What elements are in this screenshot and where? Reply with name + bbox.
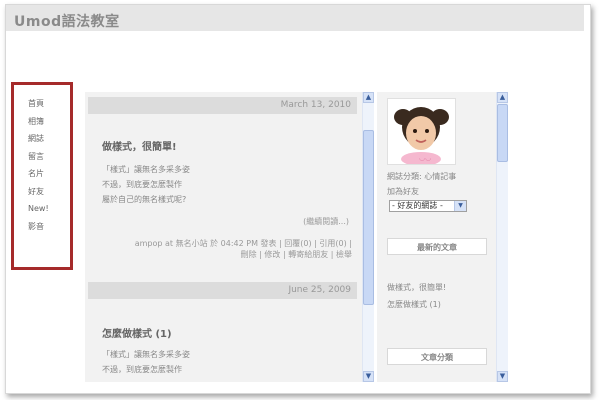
sidebar-scrollbar[interactable]: ▲ ▼ — [496, 92, 508, 382]
post-text-line: 「樣式」讓無名多采多姿 — [102, 350, 190, 359]
main-frame: March 13, 2010 做樣式，很簡單! 「樣式」讓無名多采多姿 不過，到… — [85, 92, 374, 382]
nav-item-album[interactable]: 相簿 — [28, 113, 70, 131]
latest-post-link[interactable]: 做樣式，很簡單! — [387, 282, 446, 293]
post-date-bar: March 13, 2010 — [88, 97, 357, 114]
read-more-link[interactable]: (繼續閱讀...) — [303, 216, 349, 227]
scroll-thumb[interactable] — [363, 130, 374, 305]
nav-item-profile-card[interactable]: 名片 — [28, 165, 70, 183]
friend-blog-select-value: - 好友的網誌 - — [392, 201, 443, 210]
blog-category-label[interactable]: 網誌分類: 心情記事 — [387, 171, 456, 182]
post-actions-line[interactable]: 刪除 | 修改 | 轉寄給朋友 | 檢舉 — [107, 249, 352, 260]
friend-blog-select[interactable]: - 好友的網誌 - ▼ — [389, 200, 467, 212]
child-photo-icon: ◡◡ — [388, 99, 455, 164]
latest-post-link[interactable]: 怎麼做樣式 (1) — [387, 299, 441, 310]
avatar[interactable]: ◡◡ — [387, 98, 456, 165]
post-date: March 13, 2010 — [280, 100, 351, 110]
post-title[interactable]: 怎麼做樣式 (1) — [102, 325, 172, 340]
scroll-down-icon[interactable]: ▼ — [497, 371, 508, 382]
site-title[interactable]: Umod語法教室 — [14, 11, 120, 31]
svg-text:◡◡: ◡◡ — [419, 154, 431, 162]
post-text-line: 「樣式」讓無名多采多姿 — [102, 165, 190, 174]
nav-item-home[interactable]: 首頁 — [28, 95, 70, 113]
latest-posts-header: 最新的文章 — [387, 238, 487, 255]
categories-header: 文章分類 — [387, 348, 487, 365]
nav-item-blog[interactable]: 網誌 — [28, 130, 70, 148]
sidebar-frame: ◡◡ 網誌分類: 心情記事 加為好友 - 好友的網誌 - ▼ 最新的文章 做樣式… — [377, 92, 496, 382]
scroll-down-icon[interactable]: ▼ — [363, 371, 374, 382]
post-date-bar: June 25, 2009 — [88, 282, 357, 299]
post-text-line: 不過，到底要怎麼製作 — [102, 365, 182, 374]
nav-box: 首頁 相簿 網誌 留言 名片 好友 New! 影音 — [11, 82, 73, 270]
nav-item-guestbook[interactable]: 留言 — [28, 148, 70, 166]
nav-item-new[interactable]: New! — [28, 200, 70, 218]
scroll-up-icon[interactable]: ▲ — [363, 92, 374, 103]
site-header: Umod語法教室 — [6, 5, 584, 31]
nav-list: 首頁 相簿 網誌 留言 名片 好友 New! 影音 — [14, 85, 70, 235]
nav-item-video[interactable]: 影音 — [28, 218, 70, 236]
post-title[interactable]: 做樣式，很簡單! — [102, 138, 177, 153]
nav-item-friends[interactable]: 好友 — [28, 183, 70, 201]
add-friend-link[interactable]: 加為好友 — [387, 186, 419, 197]
scroll-up-icon[interactable]: ▲ — [497, 92, 508, 103]
post-date: June 25, 2009 — [288, 285, 351, 295]
post-text-line: 屬於自己的無名樣式呢? — [102, 195, 187, 204]
post-text-line: 不過，到底要怎麼製作 — [102, 180, 182, 189]
main-scrollbar[interactable]: ▲ ▼ — [362, 92, 374, 382]
chevron-down-icon[interactable]: ▼ — [454, 201, 466, 211]
scroll-thumb[interactable] — [497, 104, 508, 162]
post-meta-line[interactable]: ampop at 無名小站 於 04:42 PM 發表 | 回覆(0) | 引用… — [107, 238, 352, 249]
